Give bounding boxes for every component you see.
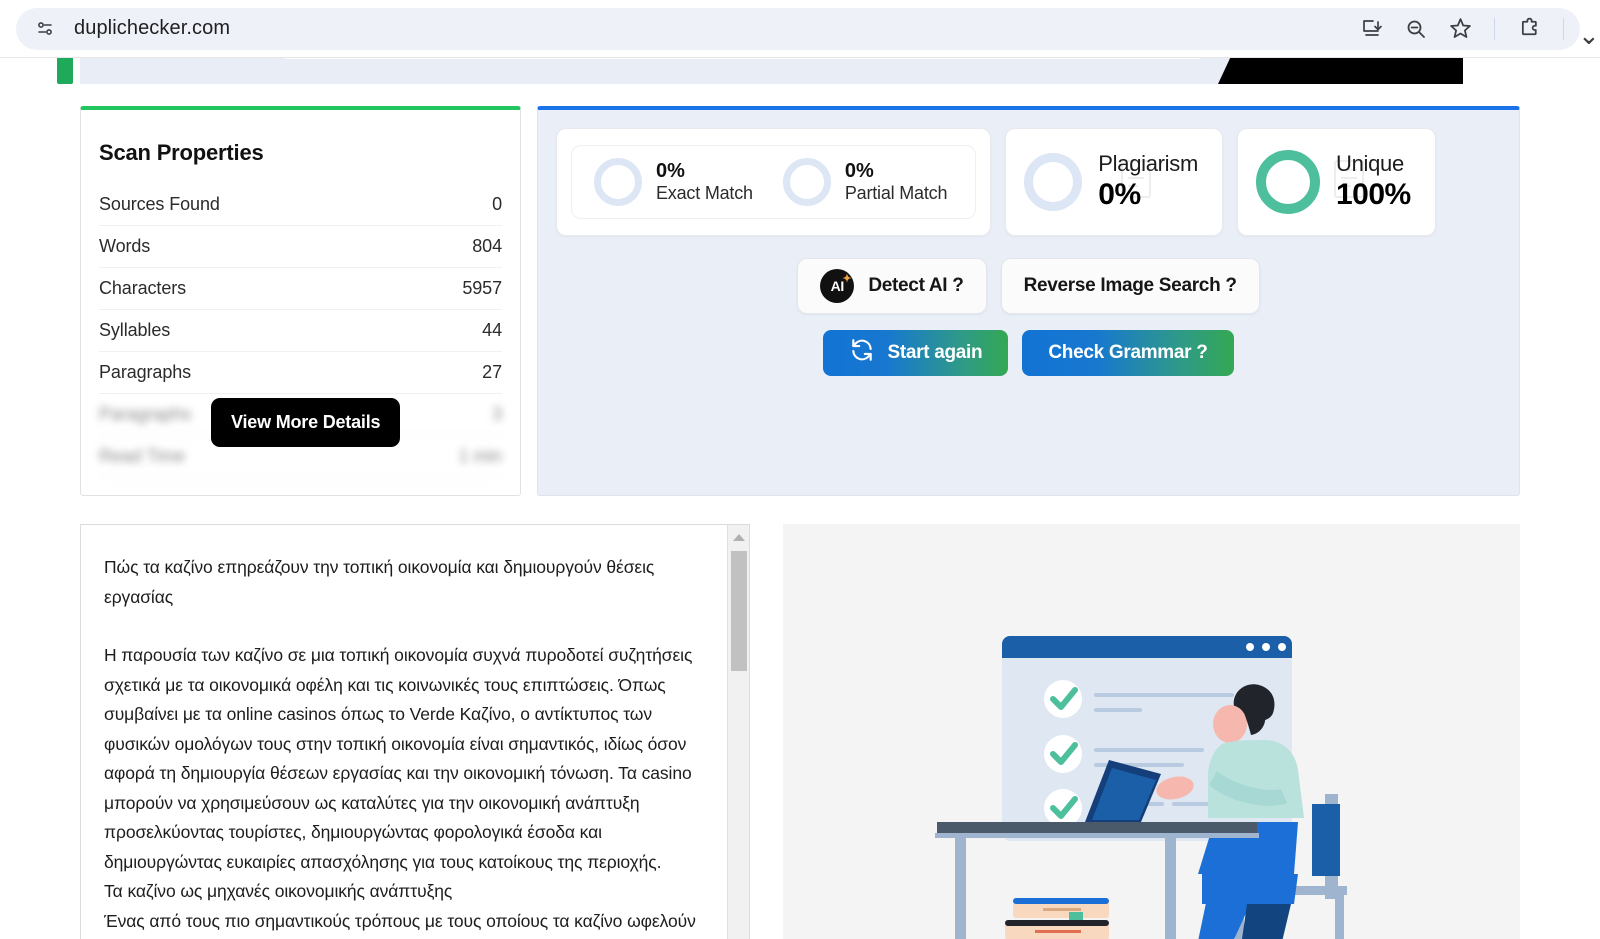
scan-row-value: 44	[482, 320, 502, 340]
scan-row-paragraphs: Paragraphs 27	[99, 352, 502, 394]
document-text-panel: Πώς τα καζίνο επηρεάζουν την τοπική οικο…	[80, 524, 750, 939]
clipped-top-banner	[0, 58, 1600, 84]
scan-properties-card: Scan Properties Sources Found 0 Words 80…	[80, 106, 521, 496]
sparkle-icon: ✦	[842, 273, 852, 285]
banner-green-tab	[57, 58, 73, 84]
unique-ring-icon	[1256, 150, 1320, 214]
browser-action-icons: ⌄	[1352, 0, 1600, 57]
match-meters-inner: 0% Exact Match 0% Partial Match	[571, 145, 977, 219]
unique-label: Unique	[1336, 151, 1404, 177]
partial-match-label: Partial Match	[844, 183, 948, 203]
detect-ai-label: Detect AI ?	[868, 275, 964, 296]
meter-unique: Unique 100%	[1237, 128, 1436, 236]
banner-black-shape	[1218, 58, 1463, 84]
install-app-icon[interactable]	[1352, 9, 1392, 49]
meter-partial-match: 0% Partial Match	[771, 154, 965, 210]
plagiarism-label: Plagiarism	[1098, 151, 1198, 177]
exact-match-label: Exact Match	[656, 183, 753, 203]
scan-row-value: 3	[492, 404, 502, 424]
exact-match-ring-icon	[594, 158, 642, 206]
scan-row-label: Characters	[99, 278, 187, 298]
extensions-puzzle-icon[interactable]	[1509, 9, 1549, 49]
scan-row-value: 27	[482, 362, 502, 382]
meter-exact-match: 0% Exact Match	[582, 154, 771, 210]
scan-row-characters: Characters 5957	[99, 268, 502, 310]
content-row: Πώς τα καζίνο επηρεάζουν την τοπική οικο…	[80, 524, 1520, 939]
detect-ai-button[interactable]: AI ✦ Detect AI ?	[797, 258, 987, 314]
plagiarism-results-panel: 0% Exact Match 0% Partial Match Plagiari…	[537, 106, 1520, 496]
profile-avatar-clipped[interactable]: ⌄	[1578, 14, 1596, 44]
exact-match-percent: 0%	[656, 160, 685, 182]
scan-row-label: Read Time	[99, 446, 186, 466]
document-paragraph-3: Ένας από τους πιο σημαντικούς τρόπους με…	[104, 910, 696, 931]
summary-cards-row: Scan Properties Sources Found 0 Words 80…	[0, 106, 1600, 496]
document-text-body[interactable]: Πώς τα καζίνο επηρεάζουν την τοπική οικο…	[81, 525, 727, 939]
primary-actions-row: Start again Check Grammar ?	[538, 330, 1519, 376]
plagiarism-percent: 0%	[1098, 177, 1141, 211]
scan-row-value: 1 min	[458, 446, 502, 466]
reverse-image-search-button[interactable]: Reverse Image Search ?	[1000, 258, 1260, 314]
document-paragraph-1: Η παρουσία των καζίνο σε μια τοπική οικο…	[104, 645, 693, 872]
scan-row-words: Words 804	[99, 226, 502, 268]
partial-match-ring-icon	[782, 158, 831, 206]
text-panel-scrollbar[interactable]	[727, 525, 749, 939]
meter-plagiarism: Plagiarism 0%	[1005, 128, 1223, 236]
scan-row-value: 804	[472, 236, 502, 256]
scrollbar-thumb[interactable]	[731, 551, 747, 671]
person-at-desk-with-laptop-illustration	[934, 636, 1347, 939]
scan-properties-title: Scan Properties	[99, 140, 264, 165]
check-grammar-label: Check Grammar ?	[1048, 342, 1208, 363]
reverse-image-search-label: Reverse Image Search ?	[1023, 275, 1237, 296]
browser-toolbar: duplichecker.com ⌄	[0, 0, 1600, 57]
partial-match-percent: 0%	[844, 160, 874, 182]
page-viewport: Scan Properties Sources Found 0 Words 80…	[0, 57, 1600, 939]
scan-row-label: Syllables	[99, 320, 171, 340]
scan-row-label: Sources Found	[99, 194, 220, 214]
meters-row: 0% Exact Match 0% Partial Match Plagiari…	[538, 110, 1519, 236]
toolbar-divider-2	[1563, 17, 1564, 40]
banner-highlight-line	[285, 58, 1200, 59]
toolbar-divider	[1494, 17, 1495, 40]
start-again-button[interactable]: Start again	[823, 330, 1009, 376]
scan-row-label: Paragraphs	[99, 404, 192, 424]
scan-row-syllables: Syllables 44	[99, 310, 502, 352]
plagiarism-ring-icon	[1024, 153, 1083, 211]
scan-row-sources-found: Sources Found 0	[99, 184, 502, 226]
unique-percent: 100%	[1336, 177, 1411, 211]
scan-row-label: Paragraphs	[99, 362, 192, 382]
document-paragraph-2: Τα καζίνο ως μηχανές οικονομικής ανάπτυξ…	[104, 881, 453, 901]
ai-badge-icon: AI ✦	[820, 269, 855, 303]
view-more-details-button[interactable]: View More Details	[211, 398, 401, 447]
bookmark-star-icon[interactable]	[1440, 9, 1480, 49]
scan-row-label: Words	[99, 236, 151, 256]
scroll-up-arrow-icon[interactable]	[733, 534, 745, 541]
scan-row-value: 0	[492, 194, 502, 214]
address-bar-url: duplichecker.com	[74, 17, 231, 39]
document-heading: Πώς τα καζίνο επηρεάζουν την τοπική οικο…	[104, 557, 655, 607]
secondary-actions-row: AI ✦ Detect AI ? Reverse Image Search ?	[538, 258, 1519, 314]
start-again-label: Start again	[887, 342, 983, 363]
match-meters-card: 0% Exact Match 0% Partial Match	[556, 128, 992, 236]
address-bar[interactable]: duplichecker.com	[16, 7, 1580, 50]
scan-row-value: 5957	[462, 278, 502, 298]
site-settings-icon[interactable]	[30, 14, 60, 44]
zoom-out-icon[interactable]	[1396, 9, 1436, 49]
check-grammar-button[interactable]: Check Grammar ?	[1022, 330, 1234, 376]
refresh-icon	[849, 337, 875, 369]
illustration-panel	[783, 524, 1520, 939]
